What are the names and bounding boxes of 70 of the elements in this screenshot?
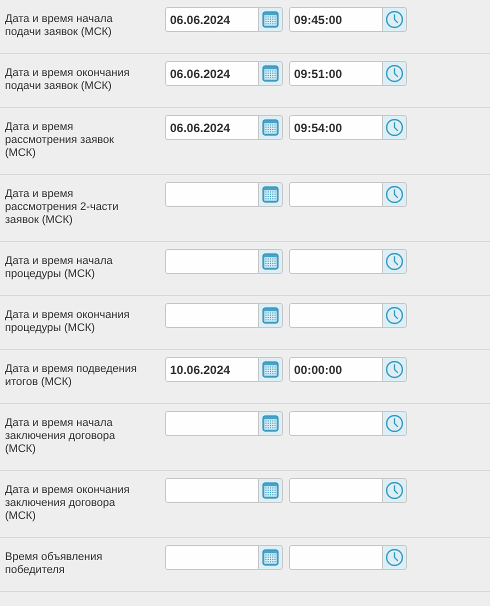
field-label: Дата и время подведения итогов (МСК) [5, 362, 137, 389]
date-field[interactable] [165, 411, 258, 436]
date-field[interactable] [165, 303, 258, 328]
date-field[interactable]: 06.06.2024 [165, 115, 258, 140]
time-field[interactable] [289, 545, 382, 570]
calendar-icon [261, 118, 280, 137]
time-field[interactable]: 00:00:00 [289, 357, 382, 382]
time-field[interactable] [289, 182, 382, 207]
clock-icon [385, 414, 404, 433]
time-field[interactable] [289, 411, 382, 436]
field-label: Дата и время начала подачи заявок (МСК) [5, 12, 114, 39]
calendar-icon [261, 481, 280, 500]
field-label: Дата и время начала процедуры (МСК) [5, 254, 114, 281]
calendar-button[interactable] [258, 115, 283, 140]
time-field[interactable] [289, 478, 382, 503]
date-field[interactable] [165, 249, 258, 274]
calendar-icon [261, 252, 280, 271]
date-field[interactable] [165, 545, 258, 570]
clock-button[interactable] [382, 478, 407, 503]
time-field[interactable]: 09:54:00 [289, 115, 382, 140]
clock-icon [385, 481, 404, 500]
field-label: Дата и время окончания заключения договора (МСК) [5, 483, 131, 523]
calendar-button[interactable] [258, 7, 283, 32]
clock-icon [385, 64, 404, 83]
clock-icon [385, 10, 404, 29]
field-label: Дата и время рассмотрения 2-части заявок (МСК) [5, 187, 120, 227]
time-field[interactable] [289, 249, 382, 274]
clock-button[interactable] [382, 7, 407, 32]
clock-icon [385, 118, 404, 137]
clock-button[interactable] [382, 61, 407, 86]
clock-button[interactable] [382, 545, 407, 570]
calendar-icon [261, 306, 280, 325]
clock-icon [385, 360, 404, 379]
calendar-icon [261, 64, 280, 83]
time-field[interactable] [289, 303, 382, 328]
date-field[interactable]: 10.06.2024 [165, 357, 258, 382]
date-field[interactable] [165, 478, 258, 503]
clock-icon [385, 252, 404, 271]
calendar-button[interactable] [258, 411, 283, 436]
calendar-button[interactable] [258, 303, 283, 328]
clock-button[interactable] [382, 303, 407, 328]
field-label: Дата и время окончания процедуры (МСК) [5, 308, 131, 335]
calendar-icon [261, 414, 280, 433]
calendar-icon [261, 10, 280, 29]
clock-icon [385, 306, 404, 325]
calendar-button[interactable] [258, 182, 283, 207]
field-label: Дата и время окончания подачи заявок (МСК) [5, 66, 131, 93]
clock-button[interactable] [382, 411, 407, 436]
calendar-button[interactable] [258, 61, 283, 86]
calendar-button[interactable] [258, 478, 283, 503]
calendar-button[interactable] [258, 357, 283, 382]
clock-button[interactable] [382, 357, 407, 382]
clock-button[interactable] [382, 249, 407, 274]
calendar-button[interactable] [258, 249, 283, 274]
date-field[interactable] [165, 182, 258, 207]
time-field[interactable]: 09:51:00 [289, 61, 382, 86]
field-label: Время объявления победителя [5, 550, 104, 577]
clock-icon [385, 185, 404, 204]
date-field[interactable]: 06.06.2024 [165, 7, 258, 32]
field-label: Дата и время рассмотрения заявок (МСК) [5, 120, 115, 160]
clock-icon [385, 548, 404, 567]
clock-button[interactable] [382, 115, 407, 140]
calendar-icon [261, 185, 280, 204]
calendar-button[interactable] [258, 545, 283, 570]
time-field[interactable]: 09:45:00 [289, 7, 382, 32]
calendar-icon [261, 360, 280, 379]
calendar-icon [261, 548, 280, 567]
date-field[interactable]: 06.06.2024 [165, 61, 258, 86]
clock-button[interactable] [382, 182, 407, 207]
field-label: Дата и время начала заключения договора (МСК) [5, 416, 116, 456]
